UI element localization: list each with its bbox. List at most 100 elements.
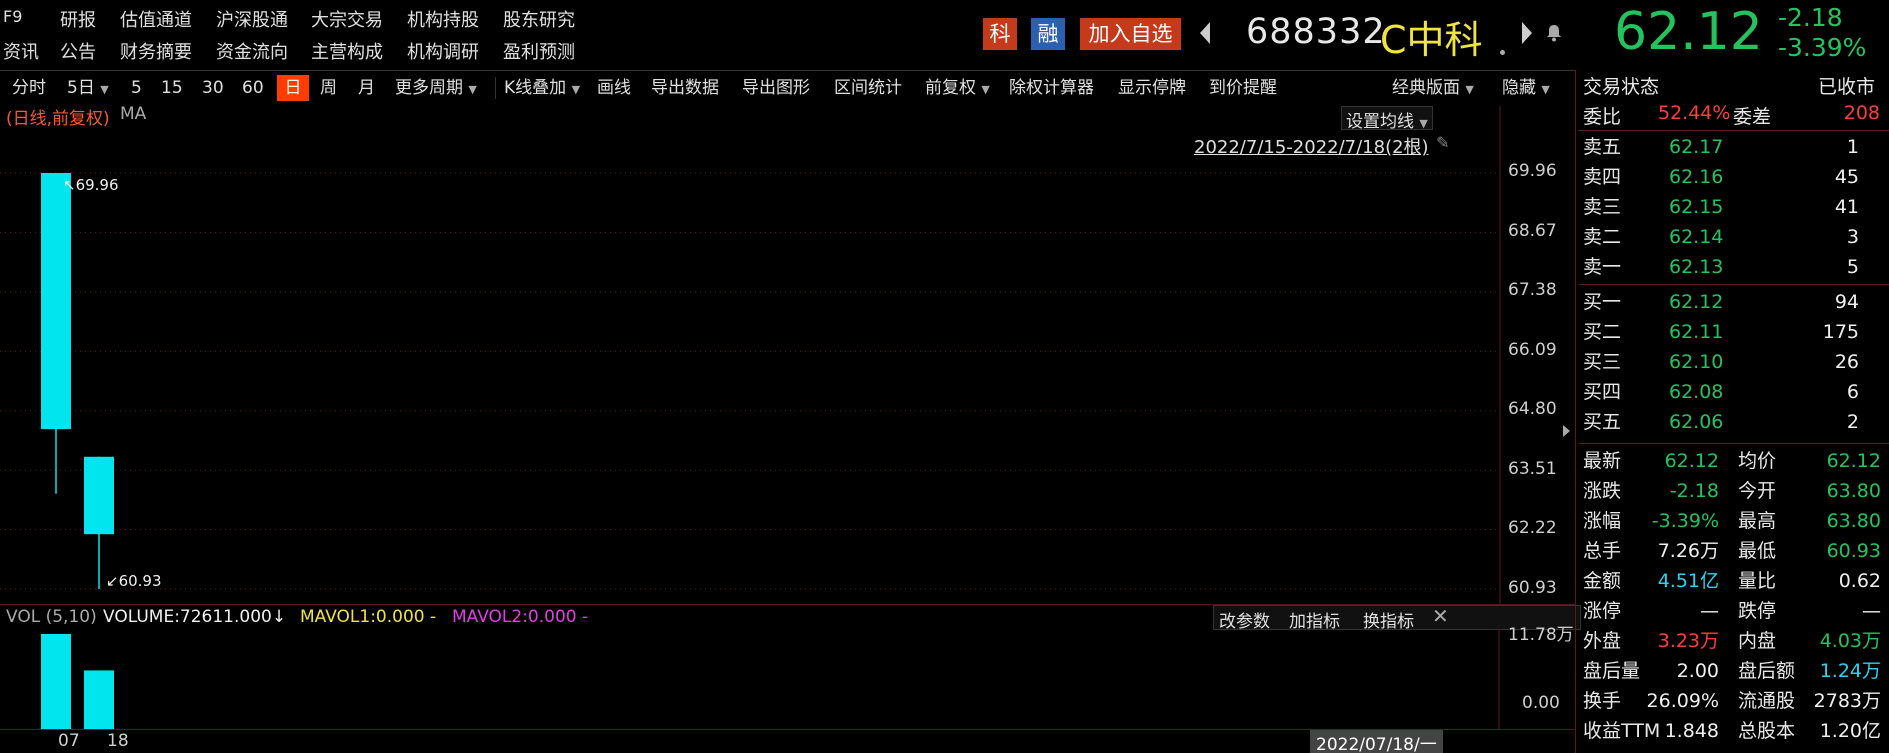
volume-chart[interactable] xyxy=(0,630,1500,730)
hide-panel-button[interactable]: 隐藏 ▼ xyxy=(1498,75,1554,101)
stat-value: — xyxy=(1862,600,1881,622)
add-watchlist-button[interactable]: 加入自选 xyxy=(1080,18,1181,50)
dropdown-arrow-icon: ▼ xyxy=(571,83,581,96)
panel-divider xyxy=(1575,70,1576,753)
high-annotation: ↖69.96 xyxy=(63,176,119,194)
menu-forecast[interactable]: 盈利预测 xyxy=(503,38,575,64)
level-price: 62.06 xyxy=(1669,411,1724,433)
weicha-label: 委差 xyxy=(1733,106,1772,128)
tab-15min[interactable]: 15 xyxy=(157,75,187,101)
order-level[interactable]: 卖四 62.16 45 xyxy=(1583,162,1889,192)
kline-chart[interactable]: ↖69.96 ↙60.93 xyxy=(0,106,1576,608)
stat-row: 盘后量 2.00 盘后额 1.24万 xyxy=(1583,656,1889,686)
level-volume: 175 xyxy=(1822,321,1859,343)
tab-30min[interactable]: 30 xyxy=(198,75,228,101)
export-image-button[interactable]: 导出图形 xyxy=(738,75,814,101)
order-level[interactable]: 卖五 62.17 1 xyxy=(1583,132,1889,162)
range-stats-button[interactable]: 区间统计 xyxy=(830,75,906,101)
add-indicator-button[interactable]: 加指标 xyxy=(1289,607,1340,632)
switch-indicator-button[interactable]: 换指标 xyxy=(1363,607,1414,632)
mavol2: MAVOL2:0.000 - xyxy=(452,607,589,627)
candle-body[interactable] xyxy=(84,456,114,535)
export-data-button[interactable]: 导出数据 xyxy=(647,75,723,101)
tab-intraday[interactable]: 分时 xyxy=(8,75,50,101)
price-change: -2.18 xyxy=(1778,3,1843,32)
stat-label: 涨停 xyxy=(1583,600,1622,622)
menu-research[interactable]: 研报 xyxy=(60,6,96,32)
adjust-button[interactable]: 前复权 ▼ xyxy=(921,75,994,101)
level-volume: 2 xyxy=(1846,411,1859,433)
tab-monthly[interactable]: 月 xyxy=(354,75,379,101)
menu-block-trade[interactable]: 大宗交易 xyxy=(311,6,383,32)
stat-row: 金额 4.51亿 量比 0.62 xyxy=(1583,566,1889,596)
menu-capital-flow[interactable]: 资金流向 xyxy=(216,38,288,64)
stat-row: 外盘 3.23万 内盘 4.03万 xyxy=(1583,626,1889,656)
stat-value: 26.09% xyxy=(1646,690,1719,712)
layout-select[interactable]: 经典版面 ▼ xyxy=(1388,75,1478,101)
order-level[interactable]: 买一 62.12 94 xyxy=(1583,287,1889,317)
volume-bar[interactable] xyxy=(84,670,114,729)
next-stock-icon[interactable] xyxy=(1522,22,1532,44)
tab-daily[interactable]: 日 xyxy=(277,75,309,101)
level-volume: 26 xyxy=(1834,351,1859,373)
level-price: 62.10 xyxy=(1669,351,1724,373)
stat-value: 2783万 xyxy=(1813,690,1881,712)
volume-bar[interactable] xyxy=(41,634,71,729)
stat-value: 1.848 xyxy=(1664,720,1719,742)
order-level[interactable]: 买三 62.10 26 xyxy=(1583,347,1889,377)
kline-overlay-button[interactable]: K线叠加 ▼ xyxy=(500,75,584,101)
menu-holder-research[interactable]: 股东研究 xyxy=(503,6,575,32)
divider xyxy=(1578,130,1889,131)
menu-hk-connect[interactable]: 沪深股通 xyxy=(216,6,288,32)
price-axis: 69.96 68.67 67.38 66.09 64.80 63.51 62.2… xyxy=(1465,106,1575,608)
tab-60min[interactable]: 60 xyxy=(238,75,268,101)
ex-rights-calc-button[interactable]: 除权计算器 xyxy=(1005,75,1098,101)
vol-tick: 11.78万 xyxy=(1508,625,1574,645)
tab-5day[interactable]: 5日 ▼ xyxy=(63,75,113,101)
stat-value: 0.62 xyxy=(1838,570,1881,592)
stat-value: — xyxy=(1700,600,1719,622)
draw-line-button[interactable]: 画线 xyxy=(593,75,635,101)
menu-announce[interactable]: 公告 xyxy=(60,38,96,64)
tab-more-periods[interactable]: 更多周期 ▼ xyxy=(391,75,481,101)
order-level[interactable]: 买二 62.11 175 xyxy=(1583,317,1889,347)
edit-params-button[interactable]: 改参数 xyxy=(1219,607,1270,632)
menu-f9[interactable]: F9 xyxy=(3,7,22,26)
menu-finance[interactable]: 财务摘要 xyxy=(120,38,192,64)
webi-value: 52.44% xyxy=(1658,102,1731,124)
stat-label: 内盘 xyxy=(1738,630,1777,652)
bell-icon[interactable] xyxy=(1546,24,1562,42)
stat-row: 涨跌 -2.18 今开 63.80 xyxy=(1583,476,1889,506)
price-alert-button[interactable]: 到价提醒 xyxy=(1205,75,1281,101)
x-tick: 07 xyxy=(58,731,80,751)
kline-overlay-label: K线叠加 xyxy=(504,78,567,98)
order-level[interactable]: 卖三 62.15 41 xyxy=(1583,192,1889,222)
vol-tick: 0.00 xyxy=(1522,693,1560,713)
price-change-pct: -3.39% xyxy=(1778,33,1867,62)
menu-inst-holding[interactable]: 机构持股 xyxy=(407,6,479,32)
order-level[interactable]: 买四 62.08 6 xyxy=(1583,377,1889,407)
tab-weekly[interactable]: 周 xyxy=(316,75,341,101)
show-suspension-button[interactable]: 显示停牌 xyxy=(1114,75,1190,101)
stat-row: 收益TTM 1.848 总股本 1.20亿 xyxy=(1583,716,1889,746)
order-level[interactable]: 买五 62.06 2 xyxy=(1583,407,1889,437)
stat-label: 收益TTM xyxy=(1583,720,1661,742)
collapse-arrow-icon[interactable] xyxy=(1563,425,1570,437)
stat-label: 最低 xyxy=(1738,540,1777,562)
tab-5min[interactable]: 5 xyxy=(127,75,146,101)
stat-row: 涨幅 -3.39% 最高 63.80 xyxy=(1583,506,1889,536)
candle-body[interactable] xyxy=(41,173,71,430)
divider xyxy=(1578,443,1889,444)
close-icon[interactable]: ✕ xyxy=(1432,604,1449,628)
prev-stock-icon[interactable] xyxy=(1200,22,1210,44)
menu-valuation[interactable]: 估值通道 xyxy=(120,6,192,32)
menu-inst-survey[interactable]: 机构调研 xyxy=(407,38,479,64)
stat-row: 总手 7.26万 最低 60.93 xyxy=(1583,536,1889,566)
menu-business[interactable]: 主营构成 xyxy=(311,38,383,64)
menu-news[interactable]: 资讯 xyxy=(3,38,39,64)
y-tick: 60.93 xyxy=(1508,578,1557,598)
order-level[interactable]: 卖二 62.14 3 xyxy=(1583,222,1889,252)
stock-code: 688332 xyxy=(1246,12,1386,52)
order-level[interactable]: 卖一 62.13 5 xyxy=(1583,252,1889,282)
stat-value: 3.23万 xyxy=(1657,630,1719,652)
